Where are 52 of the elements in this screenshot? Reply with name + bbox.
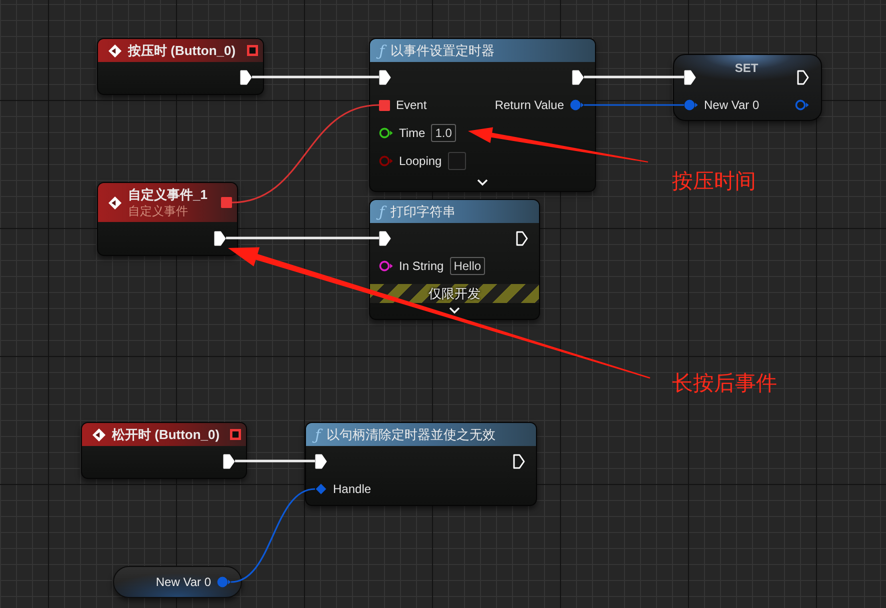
delegate-pin-icon[interactable] (230, 429, 241, 440)
function-node[interactable]: ƒ 打印字符串 In String Hello 仅限开发 (369, 199, 540, 320)
node-title: 以事件设置定时器 (390, 43, 495, 58)
exec-pin-icon[interactable] (379, 230, 391, 246)
exec-pin-icon[interactable] (516, 230, 528, 246)
exec-pin-icon[interactable] (684, 70, 696, 84)
diamond-icon (108, 44, 122, 58)
event-node[interactable]: 自定义事件_1 自定义事件 (97, 182, 238, 256)
input-field[interactable]: Hello (450, 257, 486, 275)
delegate-pin-icon[interactable] (247, 45, 258, 56)
event-node[interactable]: 松开时 (Button_0) (81, 422, 247, 479)
pin-label: In String (399, 259, 444, 273)
pin-label: Looping (399, 154, 442, 168)
node-title: 松开时 (Button_0) (112, 427, 220, 442)
node-title: SET (734, 61, 758, 75)
input-field[interactable]: 1.0 (431, 124, 456, 142)
data-pin-icon[interactable] (379, 127, 393, 139)
node-title: 按压时 (Button_0) (128, 43, 236, 58)
set-node[interactable]: SET New Var 0 (673, 54, 822, 121)
diamond-icon (108, 196, 122, 210)
function-node[interactable]: ƒ 以句柄清除定时器並使之无效 Handle (305, 422, 537, 506)
variable-node[interactable]: New Var 0 (113, 566, 242, 598)
pin-label: Return Value (494, 98, 564, 112)
annotation-label: 长按后事件 (672, 371, 777, 396)
exec-pin-icon[interactable] (214, 230, 226, 246)
chevron-down-icon[interactable] (449, 306, 460, 314)
node-title: 自定义事件_1 (128, 187, 208, 202)
pin-label: New Var 0 (704, 98, 760, 112)
reference-pin-icon[interactable] (315, 483, 327, 495)
pin-label: Handle (333, 482, 372, 496)
node-title: 以句柄清除定时器並使之无效 (326, 427, 496, 442)
function-node[interactable]: ƒ 以事件设置定时器 Event Return Value Time 1.0 Looping (369, 38, 596, 192)
data-pin-icon[interactable] (379, 260, 393, 272)
exec-pin-icon[interactable] (315, 454, 327, 468)
diamond-icon (92, 428, 106, 442)
pin-label: Event (396, 98, 427, 112)
node-title: New Var 0 (156, 575, 211, 589)
exec-pin-icon[interactable] (513, 454, 525, 468)
exec-pin-icon[interactable] (379, 70, 391, 84)
event-node[interactable]: 按压时 (Button_0) (97, 38, 264, 95)
exec-pin-icon[interactable] (572, 70, 584, 84)
pin-label: Time (399, 126, 426, 140)
exec-pin-icon[interactable] (240, 70, 252, 84)
exec-pin-icon[interactable] (797, 70, 809, 84)
annotation-label: 按压时间 (672, 169, 756, 194)
checkbox[interactable] (448, 152, 466, 170)
delegate-pin-icon[interactable] (379, 100, 390, 110)
chevron-down-icon[interactable] (477, 178, 488, 186)
development-only-banner: 仅限开发 (370, 284, 539, 303)
node-title: 打印字符串 (390, 204, 456, 219)
node-subtitle: 自定义事件 (128, 204, 189, 218)
exec-pin-icon[interactable] (223, 454, 235, 468)
